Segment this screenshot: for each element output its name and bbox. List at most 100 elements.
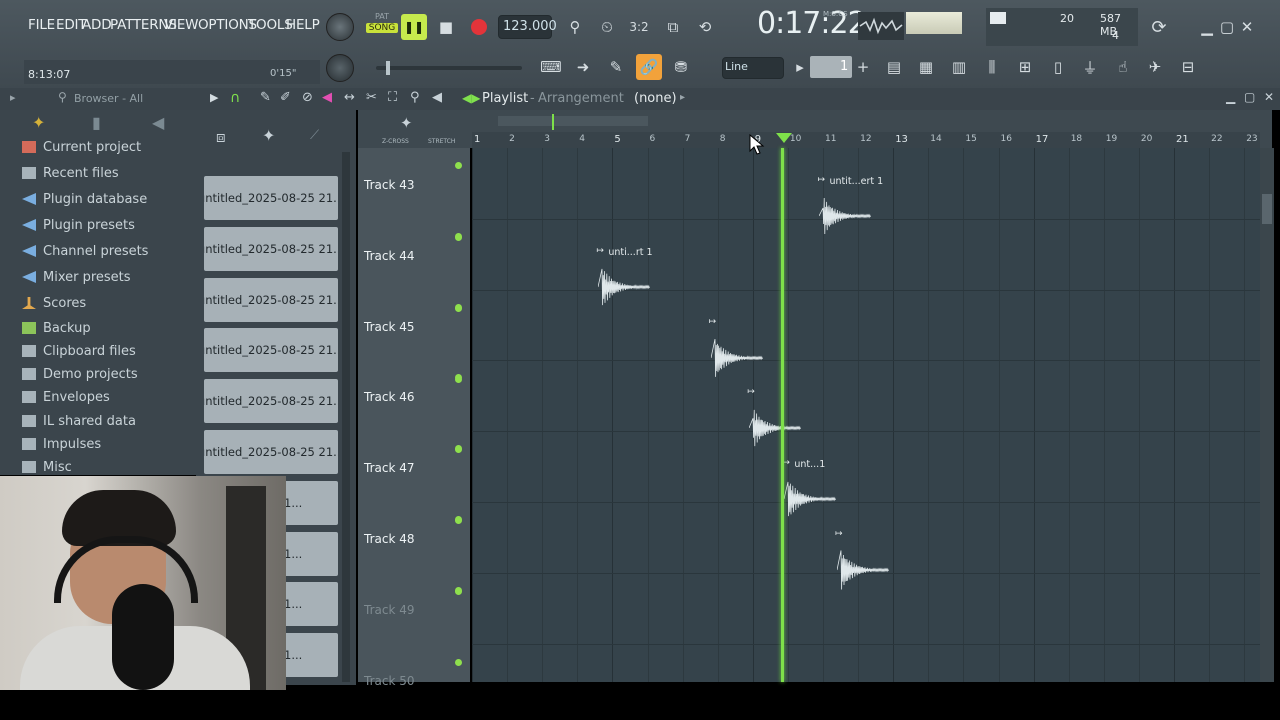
collapse-arrow-icon[interactable]: ▸ [10, 91, 16, 104]
browser-item-clipboard-files[interactable]: Clipboard files [22, 340, 136, 362]
browser-item-il-shared-data[interactable]: IL shared data [22, 410, 136, 432]
track-enable-led[interactable] [455, 658, 462, 666]
track-enable-led[interactable] [455, 304, 462, 312]
browser-item-plugin-presets[interactable]: Plugin presets [22, 214, 135, 236]
overview-bar[interactable] [498, 116, 648, 126]
playback-icon[interactable]: ◀ [432, 90, 442, 105]
playlist-button[interactable]: ▤ [881, 54, 907, 80]
pattern-clip[interactable]: untitled_2025-08-25 21... [204, 226, 338, 271]
window-maximize-icon[interactable]: ▢ [1244, 90, 1255, 104]
track-name[interactable]: Track 49 [364, 603, 414, 617]
browser-item-current-project[interactable]: Current project [22, 136, 141, 158]
magnet-icon[interactable]: ∩ [230, 90, 240, 106]
file-button[interactable]: ▯ [1045, 54, 1071, 80]
zcross-label[interactable]: Z-CROSS [382, 138, 409, 145]
pattern-clip[interactable]: untitled_2025-08-25 21... [204, 277, 338, 322]
playhead[interactable] [780, 148, 784, 682]
pattern-arrow-right-icon[interactable]: ▸ [680, 92, 685, 103]
step-edit-button[interactable]: ⧉ [660, 14, 686, 40]
track-name[interactable]: Track 50 [364, 674, 414, 688]
menu-item-view[interactable]: VIEW [164, 17, 198, 33]
mute-icon[interactable]: ◀ [322, 90, 332, 105]
pattern-arrow-icon[interactable]: ◀▶ [462, 91, 480, 105]
paint-icon[interactable]: ✐ [280, 90, 291, 105]
pattern-scrollbar[interactable] [342, 152, 350, 682]
track-enable-led[interactable] [455, 234, 462, 241]
browser-item-mixer-presets[interactable]: Mixer presets [22, 266, 131, 288]
touch-keyboard-button[interactable]: ☝ [1110, 54, 1136, 80]
window-minimize-icon[interactable]: ▁ [1226, 90, 1235, 104]
pattern-prev-button[interactable]: ▸ [792, 54, 808, 80]
pattern-tool-icon[interactable]: ⧈ [216, 128, 226, 146]
browser-item-demo-projects[interactable]: Demo projects [22, 363, 138, 385]
snap-grid-icon[interactable]: ✦ [262, 126, 275, 145]
metronome-button[interactable]: ⚲ [562, 14, 588, 40]
snap-star-icon[interactable]: ✦ [400, 114, 413, 132]
channel-rack-button[interactable]: ▦ [913, 54, 939, 80]
browser-item-misc[interactable]: Misc [22, 456, 72, 478]
zoom-icon[interactable]: ⚲ [410, 90, 420, 105]
draw-button[interactable]: ✎ [603, 54, 629, 80]
browser-item-plugin-database[interactable]: Plugin database [22, 188, 147, 210]
next-button[interactable]: ➜ [570, 54, 596, 80]
countdown-button[interactable]: 3:2 [626, 14, 652, 40]
loop-record-button[interactable]: ⟲ [692, 14, 718, 40]
track-enable-led[interactable] [455, 588, 462, 595]
track-name[interactable]: Track 47 [364, 461, 414, 475]
track-enable-led[interactable] [455, 162, 462, 169]
plugin-picker-button[interactable]: ⏚ [1077, 54, 1103, 80]
mixer-button[interactable]: ⫼ [979, 54, 1005, 80]
track-name[interactable]: Track 43 [364, 178, 414, 192]
minimize-button[interactable]: ▁ [1198, 14, 1216, 40]
pattern-clip[interactable]: untitled_2025-08-25 21... [204, 328, 338, 373]
speaker-icon[interactable]: ◀ [152, 113, 164, 132]
track-name[interactable]: Track 46 [364, 390, 414, 404]
select-icon[interactable]: ⛶ [388, 90, 397, 105]
slice-icon[interactable]: ✂ [366, 90, 377, 105]
piano-roll-view-button[interactable]: ▥ [946, 54, 972, 80]
track-name[interactable]: Track 48 [364, 532, 414, 546]
shop-button[interactable]: ⊟ [1175, 54, 1201, 80]
piano-roll-button[interactable]: ⌨ [538, 54, 564, 80]
close-button[interactable]: ✕ [1238, 14, 1256, 40]
link-slash-icon[interactable]: ⟋ [310, 128, 319, 143]
master-volume-knob[interactable] [326, 13, 354, 41]
add-pattern-button[interactable]: + [854, 54, 872, 80]
star-icon[interactable]: ✦ [32, 113, 45, 132]
slip-icon[interactable]: ↔ [344, 90, 355, 105]
pattern-clip[interactable]: untitled_2025-08-25 21... [204, 176, 338, 220]
page-icon[interactable]: ▮ [92, 113, 101, 132]
scroll-thumb[interactable] [1262, 194, 1272, 224]
pattern-clip[interactable]: untitled_2025-08-25 21... [204, 379, 338, 424]
tools-button[interactable]: ✈ [1142, 54, 1168, 80]
wait-input-button[interactable]: ⏲ [594, 14, 620, 40]
track-name[interactable]: Track 44 [364, 249, 414, 263]
stop-button[interactable]: ■ [433, 14, 459, 40]
grid-scrollbar[interactable] [1260, 148, 1274, 682]
window-close-icon[interactable]: ✕ [1264, 90, 1274, 104]
master-pitch-knob[interactable] [326, 54, 354, 82]
play-arrow-icon[interactable]: ▶ [210, 91, 218, 104]
slider-handle[interactable] [386, 61, 390, 75]
playlist-grid[interactable]: ↦ untit...ert 1 ↦ unti...rt 1 ↦ ↦ ↦ unt...… [472, 148, 1260, 682]
record-button[interactable] [466, 14, 492, 40]
delete-icon[interactable]: ⊘ [302, 90, 313, 105]
tempo-slider[interactable] [376, 61, 522, 75]
menu-item-add[interactable]: ADD [82, 17, 112, 33]
browser-button[interactable]: ⊞ [1012, 54, 1038, 80]
track-name[interactable]: Track 45 [364, 320, 414, 334]
browser-item-channel-presets[interactable]: Channel presets [22, 240, 148, 262]
pattern-selector[interactable]: 1 [810, 56, 852, 78]
current-pattern[interactable]: (none) [634, 91, 677, 106]
song-time-display[interactable]: 0:17:22 M:S:CS [757, 6, 867, 46]
pencil-icon[interactable]: ✎ [260, 90, 271, 105]
track-enable-led[interactable] [455, 446, 462, 454]
browser-item-scores[interactable]: Scores [22, 292, 86, 314]
tempo-display[interactable]: 123.000 [498, 15, 557, 39]
snap-selector[interactable]: Line [722, 57, 784, 79]
stamp-button[interactable]: ⛃ [668, 54, 694, 80]
track-enable-led[interactable] [455, 375, 462, 383]
track-enable-led[interactable] [455, 517, 462, 525]
timeline-ruler[interactable]: 1 2 3 4 5 6 7 8 9 10 11 12 13 14 15 16 17 18 19 20 21 22 23 [472, 132, 1260, 148]
menu-item-file[interactable]: FILE [28, 17, 55, 33]
